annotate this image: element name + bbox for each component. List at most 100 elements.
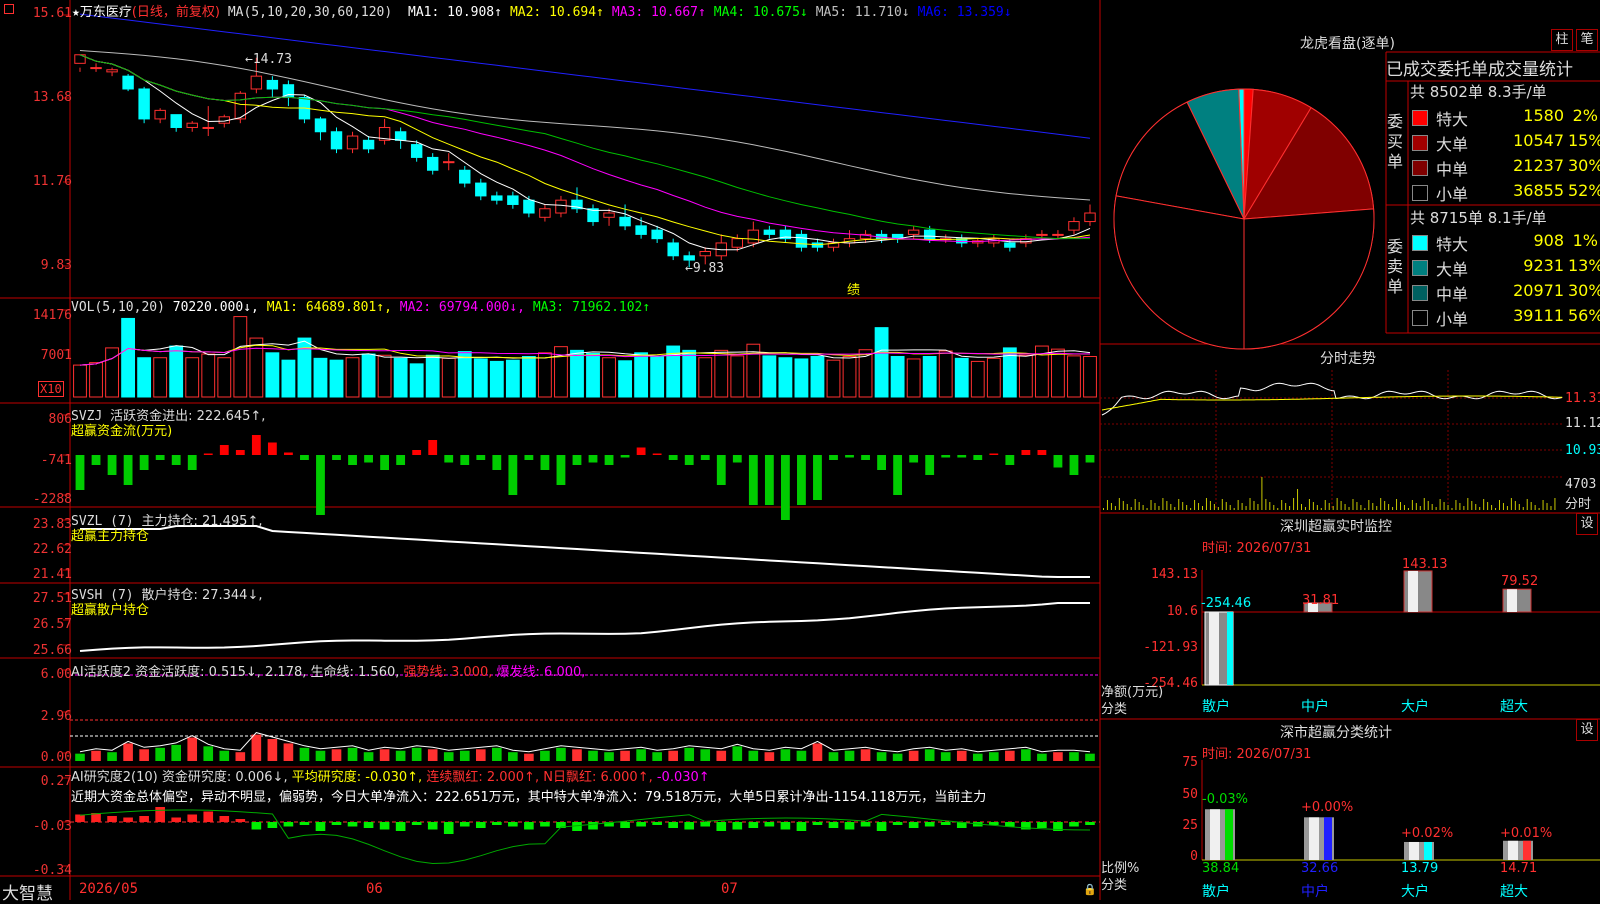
intraday-volume bbox=[1336, 498, 1338, 510]
fund-flow-bar-out bbox=[813, 455, 822, 500]
sz-monitor-axis: -121.93 bbox=[1143, 640, 1198, 655]
volume-bar-up bbox=[538, 352, 552, 398]
activity-bar bbox=[331, 749, 342, 761]
activity-bar bbox=[443, 752, 454, 761]
sz-class-value: 38.84 bbox=[1202, 861, 1240, 876]
intraday-volume bbox=[1308, 499, 1310, 510]
fund-flow-bar-out bbox=[572, 455, 582, 465]
intraday-volume bbox=[1495, 508, 1497, 510]
sz-monitor-category: 超大 bbox=[1500, 699, 1528, 715]
volume-bar-down bbox=[570, 349, 584, 398]
intraday-volume bbox=[1471, 501, 1473, 510]
sell-row-swatch bbox=[1412, 285, 1428, 301]
intraday-volume bbox=[1455, 500, 1457, 510]
fund-flow-bar-in bbox=[251, 435, 261, 455]
volume-bar-up bbox=[89, 362, 103, 398]
activity-bar bbox=[235, 752, 246, 761]
intraday-volume bbox=[1237, 500, 1239, 510]
tick-mode-button[interactable]: 笔 bbox=[1576, 29, 1598, 51]
fund-flow-bar-out bbox=[123, 455, 133, 485]
sz-monitor-settings-button[interactable]: 设 bbox=[1576, 513, 1598, 535]
sz-class-bar-highlight bbox=[1508, 840, 1518, 860]
intraday-volume bbox=[1546, 503, 1548, 510]
intraday-volume bbox=[1348, 507, 1350, 510]
activity-bar bbox=[187, 737, 198, 761]
volume-bar-down bbox=[954, 357, 969, 398]
intraday-volume bbox=[1138, 502, 1140, 510]
intraday-volume bbox=[1400, 502, 1401, 510]
candle-body-up bbox=[106, 69, 118, 73]
research-bar bbox=[588, 822, 598, 830]
main-force-line bbox=[80, 525, 1090, 578]
main-chart-canvas[interactable] bbox=[0, 0, 1600, 900]
sz-class-settings-button[interactable]: 设 bbox=[1576, 719, 1598, 741]
research-bar bbox=[427, 822, 438, 830]
candle-body-up bbox=[907, 229, 920, 235]
candle-body-up bbox=[1068, 221, 1080, 231]
intraday-volume bbox=[1530, 502, 1532, 510]
intraday-volume bbox=[1190, 508, 1192, 510]
activity-bar bbox=[75, 753, 85, 761]
buy-row-name: 小单 bbox=[1436, 185, 1469, 204]
ai-research-axis-label: 0.27 bbox=[40, 774, 72, 789]
candle-body-down bbox=[683, 255, 695, 261]
buy-row-swatch bbox=[1412, 185, 1428, 201]
intraday-volume bbox=[1316, 505, 1318, 510]
sz-class-bar-edge bbox=[1324, 817, 1332, 860]
research-bar bbox=[764, 822, 775, 827]
intraday-volume bbox=[1463, 506, 1465, 510]
volume-bar-down bbox=[169, 345, 184, 398]
vol-unit: X10 bbox=[38, 381, 64, 397]
sell-row-volume: 9231 bbox=[1523, 256, 1564, 275]
lock-icon[interactable]: 🔒 bbox=[1083, 883, 1097, 896]
candle-body-down bbox=[426, 156, 439, 171]
activity-bar bbox=[828, 752, 839, 761]
intraday-volume bbox=[1320, 508, 1322, 510]
activity-bar bbox=[989, 752, 999, 761]
intraday-volume bbox=[1158, 506, 1160, 510]
research-bar bbox=[443, 822, 454, 834]
research-bar bbox=[1085, 822, 1095, 825]
ma-values: MA1: 10.908↑ MA2: 10.694↑ MA3: 10.667↑ MA4:… bbox=[400, 5, 1012, 20]
menu-icon[interactable] bbox=[4, 4, 14, 14]
intraday-volume bbox=[1229, 505, 1231, 510]
fund-flow-bar-in bbox=[267, 442, 277, 455]
research-bar bbox=[187, 814, 198, 822]
intraday-volume bbox=[1502, 503, 1504, 510]
price-axis-label: 13.68 bbox=[32, 90, 72, 105]
research-bar bbox=[989, 822, 999, 825]
fund-flow-bar-out bbox=[171, 455, 181, 465]
activity-bar bbox=[940, 752, 951, 761]
fund-flow-bar-out bbox=[604, 455, 614, 465]
intraday-volume bbox=[1451, 508, 1453, 510]
ma-params: MA(5,10,20,30,60,120) bbox=[227, 5, 393, 20]
intraday-volume bbox=[1431, 504, 1433, 510]
research-bar bbox=[267, 822, 278, 828]
bar-mode-button[interactable]: 柱 bbox=[1551, 29, 1573, 51]
intraday-volume bbox=[1130, 507, 1132, 510]
candle-body-up bbox=[154, 109, 166, 120]
activity-bar bbox=[556, 747, 566, 761]
intraday-volume bbox=[1213, 504, 1215, 510]
intraday-volume bbox=[1249, 498, 1251, 510]
candle-body-down bbox=[266, 79, 279, 90]
buy-row-swatch bbox=[1412, 160, 1428, 176]
buy-row-volume: 21237 bbox=[1513, 156, 1564, 175]
activity-bar bbox=[123, 743, 133, 761]
svzl-desc: 主力持仓: 21.495↑, bbox=[141, 514, 263, 529]
intraday-volume bbox=[1205, 498, 1207, 510]
sz-class-bar-edge bbox=[1523, 840, 1531, 860]
intraday-volume bbox=[1439, 499, 1441, 510]
activity-bar bbox=[892, 753, 903, 761]
fund-flow-bar-out bbox=[1053, 455, 1063, 468]
sell-row-percent: 56% bbox=[1568, 306, 1600, 325]
intraday-volume bbox=[1297, 489, 1299, 510]
activity-bar bbox=[876, 752, 887, 761]
candle-body-down bbox=[394, 131, 407, 141]
intraday-volume bbox=[1392, 507, 1394, 510]
intraday-volume bbox=[1554, 498, 1556, 510]
ai-research-title: AI研究度2(10) bbox=[71, 770, 158, 785]
intraday-volume bbox=[1142, 505, 1144, 510]
pie-slice-buy bbox=[1243, 208, 1375, 350]
fund-flow-bar-in bbox=[652, 453, 662, 455]
